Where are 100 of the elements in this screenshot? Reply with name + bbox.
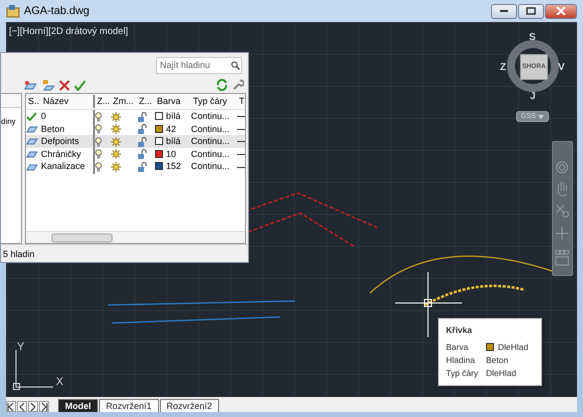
new-layer-frozen-icon[interactable] bbox=[41, 79, 55, 91]
search-icon bbox=[231, 61, 240, 70]
lineweight-line-icon bbox=[237, 128, 245, 131]
color-label: bílá bbox=[166, 136, 181, 146]
checkmark-icon[interactable] bbox=[74, 80, 86, 90]
layer-name: Chráničky bbox=[41, 148, 82, 161]
layout-tab[interactable]: Model bbox=[58, 399, 98, 412]
minimize-button[interactable] bbox=[491, 4, 517, 18]
column-header[interactable]: Barva bbox=[155, 94, 191, 108]
new-layer-icon[interactable] bbox=[23, 80, 37, 90]
layer-filter-item[interactable]: diny bbox=[1, 108, 21, 128]
app-icon bbox=[6, 4, 20, 18]
color-label: 10 bbox=[166, 148, 176, 159]
column-header[interactable]: S.. bbox=[26, 94, 41, 108]
minimize-icon bbox=[499, 9, 509, 13]
compass-label[interactable]: J bbox=[530, 89, 536, 104]
layout-tab[interactable]: Rozvržení1 bbox=[99, 399, 159, 412]
column-header[interactable]: T bbox=[237, 94, 245, 108]
linetype-cell-text: Continu... bbox=[191, 110, 231, 123]
close-icon bbox=[556, 7, 566, 15]
color-swatch[interactable] bbox=[155, 162, 163, 170]
wrench-icon[interactable] bbox=[232, 79, 244, 91]
layer-row[interactable]: 0 bílá Continu... bbox=[26, 110, 245, 123]
tooltip-title: Křivka bbox=[446, 324, 473, 337]
layer-color[interactable]: 10 bbox=[155, 148, 191, 162]
layer-count-status: 5 hladin bbox=[1, 244, 248, 262]
compass-label[interactable]: V bbox=[558, 60, 565, 75]
last-page-button[interactable] bbox=[39, 401, 49, 412]
lineweight-line-icon bbox=[237, 152, 245, 156]
maximize-button[interactable] bbox=[518, 4, 544, 18]
compass-label[interactable]: Z bbox=[500, 60, 506, 75]
padlock-icon[interactable] bbox=[137, 136, 147, 147]
first-page-button[interactable] bbox=[6, 401, 16, 412]
layer-name: Kanalizace bbox=[41, 160, 86, 174]
layer-color[interactable]: 42 bbox=[155, 122, 191, 136]
sun-icon[interactable] bbox=[111, 112, 121, 122]
padlock-icon[interactable] bbox=[137, 124, 147, 134]
padlock-icon[interactable] bbox=[137, 149, 147, 160]
layer-row[interactable]: Kanalizace 152 Continu... bbox=[26, 160, 245, 173]
color-swatch[interactable] bbox=[155, 150, 163, 158]
property-label: Hladina bbox=[446, 354, 476, 367]
lineweight-line-icon bbox=[237, 140, 245, 144]
layer-name: Beton bbox=[41, 122, 66, 136]
maximize-icon bbox=[526, 7, 536, 15]
color-label: bílá bbox=[166, 111, 181, 121]
color-label: 42 bbox=[166, 124, 176, 134]
lightbulb-icon[interactable] bbox=[95, 112, 102, 122]
linetype-cell-text: Continu... bbox=[191, 122, 231, 136]
next-button[interactable] bbox=[28, 401, 38, 412]
caret-icon bbox=[538, 114, 544, 118]
property-label: Barva bbox=[446, 340, 470, 354]
linetype-cell-text: Continu... bbox=[191, 148, 231, 161]
column-header[interactable]: Typ čáry bbox=[191, 94, 237, 108]
layer-name: Defpoints bbox=[41, 135, 80, 148]
property-value: Beton bbox=[486, 354, 508, 365]
linetype-cell-text: Continu... bbox=[191, 135, 231, 148]
layer-row[interactable]: Defpoints bílá Continu... bbox=[26, 135, 245, 148]
sun-icon[interactable] bbox=[111, 136, 121, 147]
layer-color[interactable]: bílá bbox=[155, 110, 191, 124]
delete-icon[interactable] bbox=[59, 80, 70, 90]
color-swatch[interactable] bbox=[155, 137, 163, 146]
layer-row[interactable]: Chráničky 10 Continu... bbox=[26, 148, 245, 160]
ucs-axes-icon bbox=[13, 350, 54, 390]
viewport-label[interactable]: [−][Horní][2D drátový model] bbox=[9, 25, 128, 40]
lightbulb-icon[interactable] bbox=[95, 136, 102, 147]
layer-color[interactable]: 152 bbox=[155, 160, 191, 174]
window-title: AGA-tab.dwg bbox=[24, 4, 90, 19]
x-axis-label: X bbox=[56, 375, 64, 390]
lightbulb-icon[interactable] bbox=[95, 162, 102, 172]
sun-icon[interactable] bbox=[111, 162, 121, 172]
sun-icon[interactable] bbox=[111, 149, 121, 160]
layer-color[interactable]: bílá bbox=[155, 135, 191, 149]
property-value: DleHlad bbox=[486, 368, 516, 378]
horizontal-scrollbar[interactable] bbox=[26, 231, 245, 243]
column-header[interactable]: Z... bbox=[93, 94, 111, 108]
search-field[interactable]: Najít hladinu bbox=[156, 56, 242, 74]
padlock-icon[interactable] bbox=[137, 162, 147, 172]
y-axis-label: Y bbox=[17, 340, 24, 355]
close-button[interactable] bbox=[545, 4, 577, 18]
color-label: 152 bbox=[166, 161, 182, 172]
column-header[interactable]: Název bbox=[41, 94, 93, 108]
lineweight-line-icon bbox=[237, 115, 245, 118]
lightbulb-icon[interactable] bbox=[95, 149, 102, 160]
color-swatch[interactable] bbox=[155, 124, 163, 133]
property-label: Typ čáry bbox=[446, 366, 480, 380]
compass-ring bbox=[507, 40, 559, 92]
scrollbar-thumb[interactable] bbox=[52, 233, 112, 242]
lineweight-line-icon bbox=[237, 166, 245, 168]
layer-name: 0 bbox=[41, 110, 48, 123]
linetype-cell-text: Continu... bbox=[191, 160, 231, 174]
lightbulb-icon[interactable] bbox=[95, 124, 102, 134]
sun-icon[interactable] bbox=[111, 124, 121, 134]
compass-label[interactable]: S bbox=[529, 30, 536, 45]
refresh-icon[interactable] bbox=[216, 79, 228, 91]
color-swatch[interactable] bbox=[155, 112, 163, 120]
layout-tab[interactable]: Rozvržení2 bbox=[160, 399, 220, 412]
previous-button[interactable] bbox=[17, 401, 27, 412]
padlock-icon[interactable] bbox=[137, 112, 147, 122]
column-header[interactable]: Z... bbox=[137, 94, 155, 108]
column-header[interactable]: Zm... bbox=[111, 94, 137, 108]
